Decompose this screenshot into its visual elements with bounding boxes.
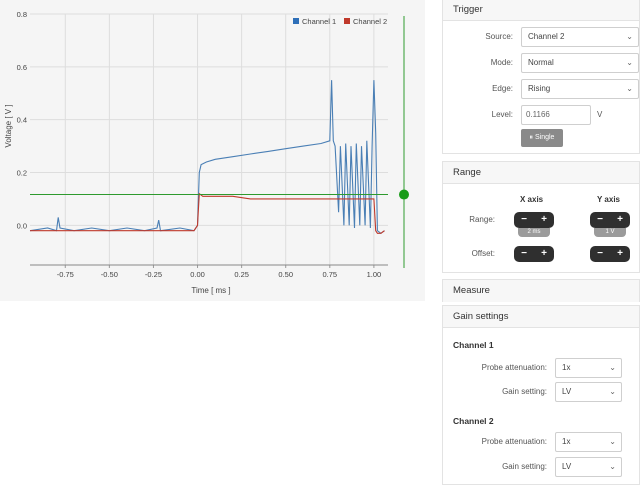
- plot-svg[interactable]: -0.75 -0.50 -0.25 0.00 0.25 0.50 0.75 1.00 0.0 0.…: [0, 0, 425, 301]
- x-axis-label: Time [ ms ]: [191, 286, 230, 295]
- edge-select[interactable]: Rising ⌄: [521, 79, 639, 99]
- x-tick-label: -0.50: [101, 270, 118, 279]
- mode-label: Mode:: [490, 58, 513, 67]
- chevron-down-icon: ⌄: [609, 387, 616, 396]
- level-unit: V: [597, 110, 603, 119]
- edge-value: Rising: [528, 84, 551, 93]
- offset-row-label: Offset:: [471, 249, 495, 258]
- y-range-plus-button[interactable]: +: [610, 212, 630, 228]
- x-tick-label: 0.50: [278, 270, 293, 279]
- gain-header[interactable]: Gain settings: [443, 306, 639, 328]
- ch2-probe-row: Probe attenuation: 1x ⌄: [443, 432, 640, 452]
- measure-header[interactable]: Measure: [443, 280, 639, 302]
- y-axis-heading: Y axis: [597, 195, 620, 204]
- ch1-probe-label: Probe attenuation:: [481, 363, 547, 372]
- chevron-down-icon: ⌄: [626, 58, 633, 67]
- y-offset-minus-button[interactable]: −: [590, 246, 610, 262]
- single-button[interactable]: ⏸ Single: [521, 129, 563, 147]
- chevron-down-icon: ⌄: [609, 462, 616, 471]
- range-header[interactable]: Range: [443, 162, 639, 184]
- legend-label-channel-2: Channel 2: [353, 17, 387, 26]
- x-tick-label: 0.75: [322, 270, 337, 279]
- x-offset-plus-button[interactable]: +: [534, 246, 554, 262]
- ch2-probe-select[interactable]: 1x ⌄: [555, 432, 622, 452]
- y-scale-badge: 1 V: [594, 228, 626, 237]
- trigger-header[interactable]: Trigger: [443, 0, 639, 21]
- y-offset-plus-button[interactable]: +: [610, 246, 630, 262]
- y-tick-label: 0.0: [17, 221, 27, 230]
- ch2-gain-row: Gain setting: LV ⌄: [443, 457, 640, 477]
- range-card: Range X axis Y axis Range: − + 2 ms − + …: [442, 161, 640, 273]
- level-label: Level:: [491, 110, 513, 119]
- x-tick-label: 0.00: [190, 270, 205, 279]
- edge-label: Edge:: [492, 84, 513, 93]
- y-tick-label: 0.8: [17, 10, 27, 19]
- x-tick-label: 0.25: [234, 270, 249, 279]
- trigger-mode-row: Mode: Normal ⌄: [443, 53, 640, 73]
- ch2-gain-label: Gain setting:: [502, 462, 547, 471]
- ch1-gain-row: Gain setting: LV ⌄: [443, 382, 640, 402]
- grid: [30, 13, 388, 268]
- ch1-probe-value: 1x: [562, 363, 571, 372]
- trigger-level-handle[interactable]: [399, 189, 409, 200]
- chevron-down-icon: ⌄: [609, 363, 616, 372]
- y-tick-label: 0.6: [17, 63, 27, 72]
- y-range-control: − +: [590, 212, 630, 228]
- ch1-probe-row: Probe attenuation: 1x ⌄: [443, 358, 640, 378]
- legend-swatch-channel-2: [344, 18, 350, 24]
- ch1-probe-select[interactable]: 1x ⌄: [555, 358, 622, 378]
- source-value: Channel 2: [528, 32, 565, 41]
- mode-value: Normal: [528, 58, 554, 67]
- chevron-down-icon: ⌄: [609, 437, 616, 446]
- ch2-probe-label: Probe attenuation:: [481, 437, 547, 446]
- legend-swatch-channel-1: [293, 18, 299, 24]
- ch2-probe-value: 1x: [562, 437, 571, 446]
- ch1-gain-value: LV: [562, 387, 572, 396]
- ch1-gain-select[interactable]: LV ⌄: [555, 382, 622, 402]
- chevron-down-icon: ⌄: [626, 84, 633, 93]
- ch1-gain-label: Gain setting:: [502, 387, 547, 396]
- ch2-gain-value: LV: [562, 462, 572, 471]
- x-range-plus-button[interactable]: +: [534, 212, 554, 228]
- x-offset-minus-button[interactable]: −: [514, 246, 534, 262]
- x-scale-badge: 2 ms: [518, 228, 550, 237]
- legend-label-channel-1: Channel 1: [302, 17, 336, 26]
- source-label: Source:: [485, 32, 513, 41]
- y-tick-label: 0.4: [17, 116, 27, 125]
- trigger-source-row: Source: Channel 2 ⌄: [443, 27, 640, 47]
- channel-1-title: Channel 1: [453, 340, 494, 350]
- trigger-edge-row: Edge: Rising ⌄: [443, 79, 640, 99]
- x-tick-label: -0.75: [57, 270, 74, 279]
- measure-card: Measure: [442, 279, 640, 302]
- source-select[interactable]: Channel 2 ⌄: [521, 27, 639, 47]
- y-tick-label: 0.2: [17, 169, 27, 178]
- y-offset-control: − +: [590, 246, 630, 262]
- x-tick-label: -0.25: [145, 270, 162, 279]
- channel-2-title: Channel 2: [453, 416, 494, 426]
- y-axis-label: Voltage [ V ]: [4, 104, 13, 147]
- x-offset-control: − +: [514, 246, 554, 262]
- trigger-level-row: Level: 0.1166 V: [443, 105, 640, 125]
- plot-background: [30, 14, 388, 265]
- x-range-minus-button[interactable]: −: [514, 212, 534, 228]
- y-range-minus-button[interactable]: −: [590, 212, 610, 228]
- x-axis-heading: X axis: [520, 195, 544, 204]
- ch2-gain-select[interactable]: LV ⌄: [555, 457, 622, 477]
- trigger-card: Trigger Source: Channel 2 ⌄ Mode: Normal…: [442, 0, 640, 154]
- mode-select[interactable]: Normal ⌄: [521, 53, 639, 73]
- chevron-down-icon: ⌄: [626, 32, 633, 41]
- x-tick-label: 1.00: [367, 270, 382, 279]
- gain-card: Gain settings Channel 1 Probe attenuatio…: [442, 305, 640, 485]
- settings-panel: Trigger Source: Channel 2 ⌄ Mode: Normal…: [442, 0, 640, 485]
- range-row-label: Range:: [469, 215, 495, 224]
- level-input[interactable]: 0.1166: [521, 105, 591, 125]
- x-range-control: − +: [514, 212, 554, 228]
- oscilloscope-chart[interactable]: -0.75 -0.50 -0.25 0.00 0.25 0.50 0.75 1.00 0.0 0.…: [0, 0, 425, 301]
